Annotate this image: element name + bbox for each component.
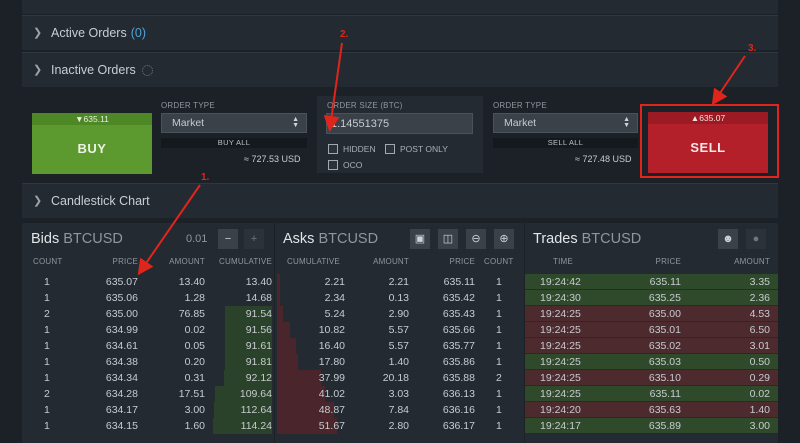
- annotation-arrow-1: [137, 184, 201, 276]
- annotation-arrows: [137, 42, 746, 276]
- annotation-label-3: 3.: [748, 43, 757, 54]
- annotation-arrow-2: [323, 42, 343, 132]
- annotation-label-1: 1.: [201, 172, 210, 183]
- annotation-arrow-3: [711, 55, 746, 106]
- annotation-label-2: 2.: [340, 29, 349, 40]
